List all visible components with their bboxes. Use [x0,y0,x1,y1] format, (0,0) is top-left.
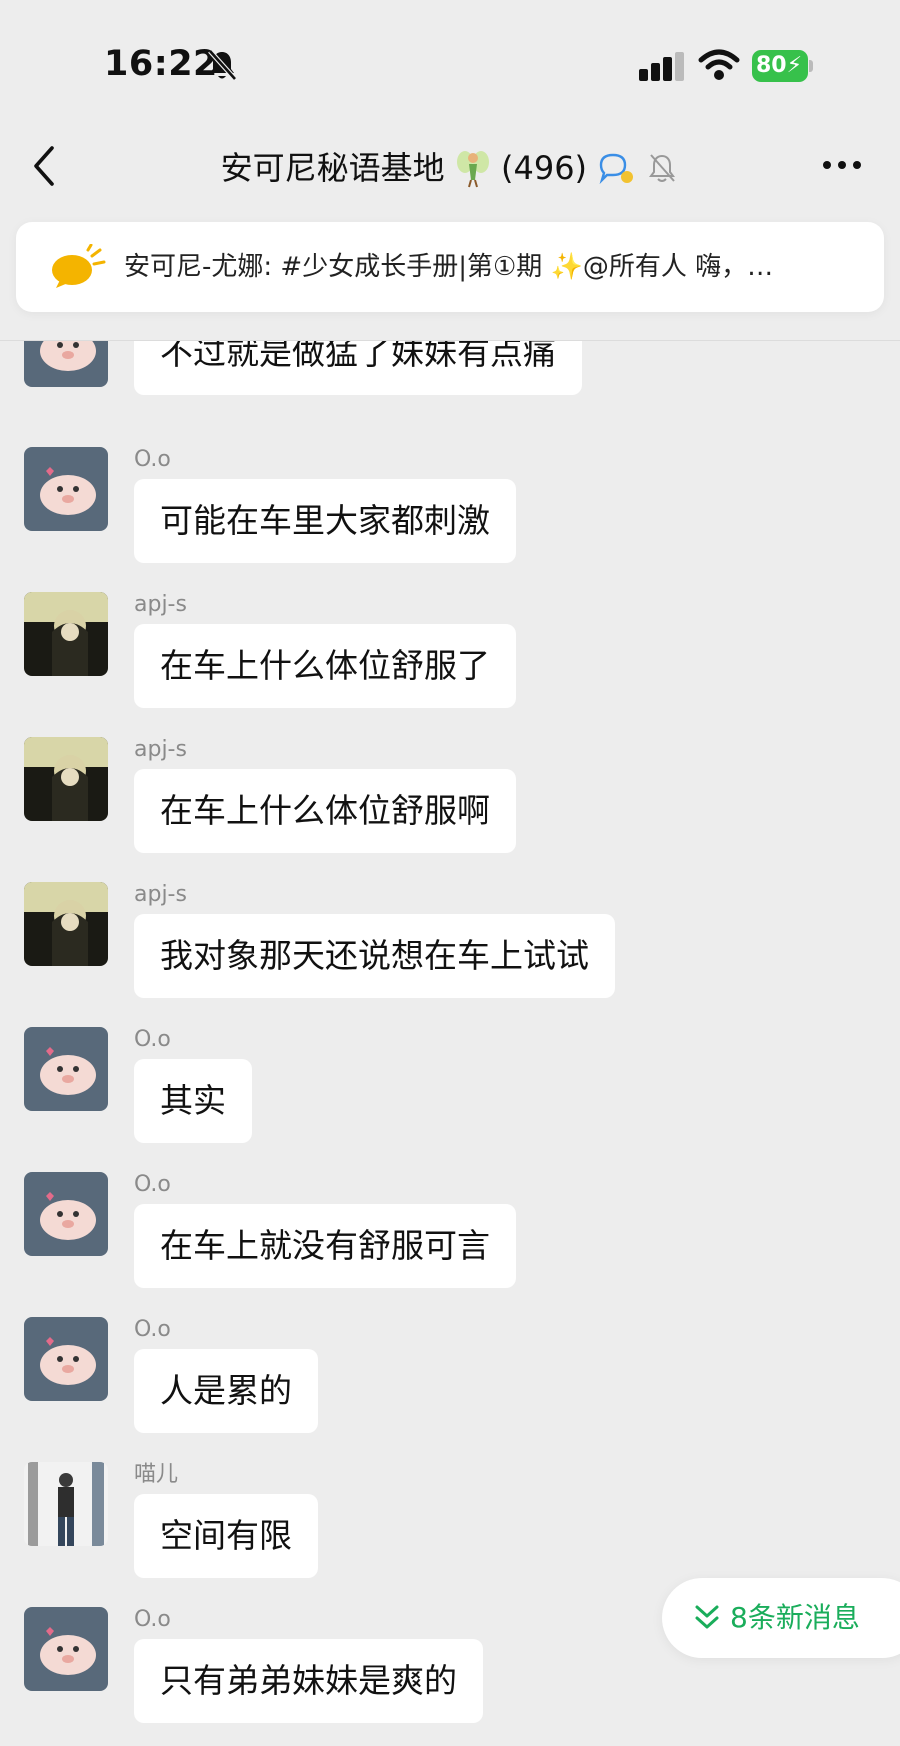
avatar[interactable] [24,592,108,676]
sender-name: apj-s [134,592,187,617]
member-count: (496) [500,149,588,187]
status-bar: 16:22 80⚡ [0,0,900,130]
sender-name: O.o [134,1607,171,1632]
sender-name: 喵儿 [134,1462,179,1487]
bell-off-icon [208,49,237,81]
avatar[interactable] [24,447,108,531]
avatar[interactable] [24,737,108,821]
message-bubble[interactable]: 在车上什么体位舒服啊 [134,769,516,853]
message-bubble[interactable]: 在车上就没有舒服可言 [134,1204,516,1288]
sender-name: O.o [134,1172,171,1197]
sender-name: apj-s [134,737,187,762]
sender-name: O.o [134,447,171,472]
sender-name: O.o [134,1027,171,1052]
avatar[interactable] [24,1317,108,1401]
avatar[interactable] [24,1462,108,1546]
message-bubble[interactable]: 只有弟弟妹妹是爽的 [134,1639,483,1723]
bell-off-icon [649,154,676,182]
message-bubble[interactable]: 我对象那天还说想在车上试试 [134,914,615,998]
chat-title[interactable]: 安可尼秘语基地 (496) [0,138,900,196]
message-bubble[interactable]: 在车上什么体位舒服了 [134,624,516,708]
battery-level: 80 [756,53,787,78]
wifi-icon [698,49,740,80]
status-time: 16:22 [104,44,218,84]
new-messages-label: 8条新消息 [730,1601,860,1634]
message-bubble[interactable]: 空间有限 [134,1494,318,1578]
chat-header: 安可尼秘语基地 (496) [0,130,900,220]
avatar[interactable] [24,1607,108,1691]
avatar[interactable] [24,1172,108,1256]
group-name: 安可尼秘语基地 [220,149,445,187]
message-list[interactable]: 不过就是做猛了妹妹有点痛 O.o 可能在车里大家都刺激 apj-s 在车上什么体… [0,341,900,1746]
avatar[interactable] [24,882,108,966]
message-bubble[interactable]: 其实 [134,1059,252,1143]
chat-bubble-icon [599,153,634,185]
announcement-text: 安可尼-尤娜: #少女成长手册|第①期 ✨@所有人 嗨，… [124,252,774,282]
avatar[interactable] [24,341,108,387]
battery-indicator: 80⚡ [752,50,814,82]
fairy-emoji-icon [456,151,489,188]
announcement-icon [52,244,106,288]
avatar[interactable] [24,1027,108,1111]
pinned-announcement[interactable]: 安可尼-尤娜: #少女成长手册|第①期 ✨@所有人 嗨，… [16,222,884,312]
message-bubble[interactable]: 人是累的 [134,1349,318,1433]
sender-name: O.o [134,1317,171,1342]
sender-name: apj-s [134,882,187,907]
message-bubble[interactable]: 可能在车里大家都刺激 [134,479,516,563]
more-icon[interactable] [822,158,862,172]
message-bubble[interactable]: 不过就是做猛了妹妹有点痛 [134,341,582,395]
double-chevron-down-icon [695,1605,719,1629]
new-messages-button[interactable]: 8条新消息 [662,1578,900,1658]
cellular-signal-icon [639,52,684,81]
